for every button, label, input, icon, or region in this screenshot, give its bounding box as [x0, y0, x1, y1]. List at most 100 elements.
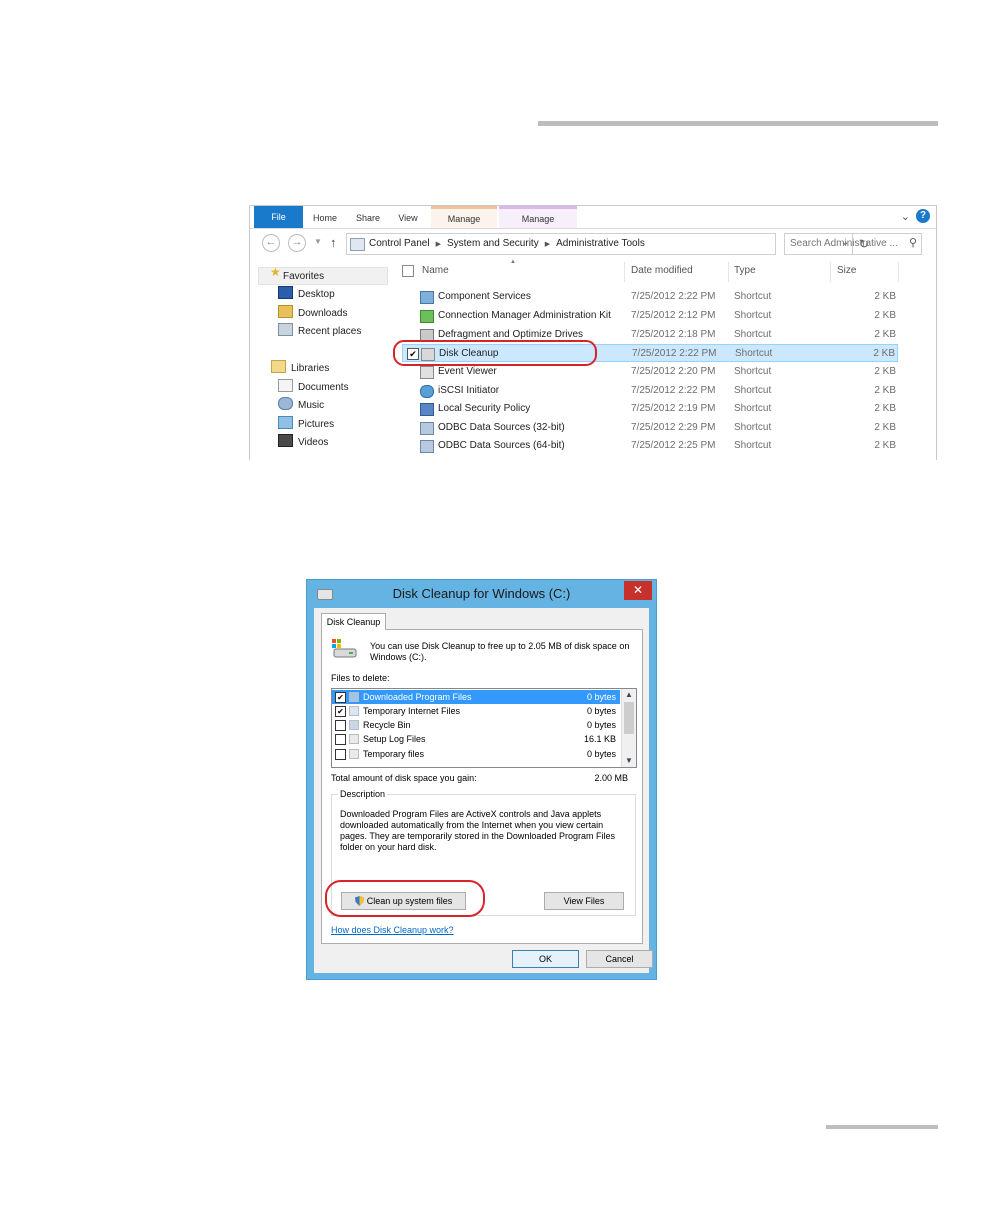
description-title: Description	[338, 789, 388, 799]
breadcrumb-separator-icon: ▶	[544, 241, 551, 248]
search-input[interactable]	[785, 234, 902, 252]
tab-disk-cleanup[interactable]: Disk Cleanup	[321, 613, 386, 630]
nav-libraries[interactable]: Libraries	[271, 360, 329, 378]
file-type: Shortcut	[734, 403, 772, 414]
file-date: 7/25/2012 2:20 PM	[631, 366, 716, 377]
column-divider[interactable]	[624, 262, 625, 282]
file-row[interactable]: Component Services 7/25/2012 2:22 PM Sho…	[402, 288, 898, 306]
list-item-selected[interactable]: ✔ Downloaded Program Files 0 bytes	[332, 690, 620, 704]
file-name: iSCSI Initiator	[438, 385, 500, 396]
tab-view[interactable]: View	[395, 206, 421, 228]
file-row[interactable]: ODBC Data Sources (32-bit) 7/25/2012 2:2…	[402, 419, 898, 437]
nav-videos[interactable]: Videos	[278, 434, 328, 452]
disk-cleanup-highlight	[393, 340, 597, 366]
list-item[interactable]: ✔ Temporary Internet Files 0 bytes	[332, 704, 620, 718]
list-item[interactable]: Recycle Bin 0 bytes	[332, 718, 620, 732]
document-icon	[349, 734, 359, 744]
list-item[interactable]: Setup Log Files 16.1 KB	[332, 732, 620, 746]
nav-downloads[interactable]: Downloads	[278, 305, 347, 323]
view-files-button[interactable]: View Files	[544, 892, 624, 910]
iscsi-initiator-icon	[420, 385, 434, 398]
file-size: 2 KB	[874, 403, 896, 414]
column-type[interactable]: Type	[734, 265, 756, 276]
breadcrumb-administrative-tools[interactable]: Administrative Tools	[556, 238, 645, 249]
files-to-delete-list[interactable]: ✔ Downloaded Program Files 0 bytes ✔ Tem…	[331, 688, 637, 768]
clean-up-system-files-highlight	[325, 880, 485, 917]
forward-arrow-icon[interactable]: →	[288, 234, 306, 252]
cancel-button[interactable]: Cancel	[586, 950, 653, 968]
help-icon[interactable]: ?	[916, 209, 930, 223]
column-divider[interactable]	[728, 262, 729, 282]
tab-home[interactable]: Home	[308, 206, 342, 228]
local-security-policy-icon	[420, 403, 434, 416]
address-field[interactable]: Control Panel ▶ System and Security ▶ Admini…	[346, 233, 869, 255]
item-checkbox-checked[interactable]: ✔	[335, 692, 346, 703]
breadcrumb-system-and-security[interactable]: System and Security	[447, 238, 539, 249]
scroll-down-icon[interactable]: ▼	[622, 755, 636, 767]
documents-icon	[278, 379, 293, 392]
list-scrollbar[interactable]: ▲ ▼	[621, 689, 636, 767]
nav-recent-places[interactable]: Recent places	[278, 323, 361, 341]
nav-pictures-label: Pictures	[298, 419, 335, 430]
nav-desktop-label: Desktop	[298, 289, 335, 300]
recycle-bin-icon	[349, 720, 359, 730]
column-divider[interactable]	[830, 262, 831, 282]
file-row[interactable]: ODBC Data Sources (64-bit) 7/25/2012 2:2…	[402, 437, 898, 455]
scroll-thumb[interactable]	[624, 702, 634, 734]
tab-share[interactable]: Share	[352, 206, 384, 228]
close-icon[interactable]: ✕	[624, 581, 652, 600]
nav-favorites-label: Favorites	[283, 271, 325, 282]
nav-documents[interactable]: Documents	[278, 379, 349, 397]
back-arrow-icon[interactable]: ←	[262, 234, 280, 252]
breadcrumb-control-panel[interactable]: Control Panel	[369, 238, 430, 249]
scroll-up-icon[interactable]: ▲	[622, 689, 636, 701]
file-row[interactable]: Local Security Policy 7/25/2012 2:19 PM …	[402, 400, 898, 418]
nav-music[interactable]: Music	[278, 397, 324, 415]
select-all-checkbox[interactable]	[402, 265, 414, 277]
file-size: 2 KB	[874, 310, 896, 321]
document-icon	[349, 706, 359, 716]
item-name: Downloaded Program Files	[363, 692, 472, 702]
item-checkbox[interactable]	[335, 749, 346, 760]
item-checkbox-checked[interactable]: ✔	[335, 706, 346, 717]
nav-libraries-label: Libraries	[291, 363, 330, 374]
libraries-folder-icon	[271, 360, 286, 373]
how-does-disk-cleanup-work-link[interactable]: How does Disk Cleanup work?	[331, 925, 454, 935]
column-name[interactable]: Name	[422, 265, 449, 276]
nav-desktop[interactable]: Desktop	[278, 286, 335, 304]
dialog-title: Disk Cleanup for Windows (C:)	[392, 586, 571, 601]
recent-locations-chevron-icon[interactable]: ▼	[314, 237, 322, 246]
column-divider[interactable]	[898, 262, 899, 282]
nav-music-label: Music	[298, 400, 325, 411]
item-size: 0 bytes	[586, 720, 616, 730]
search-box[interactable]: ⚲	[784, 233, 922, 255]
file-size: 2 KB	[874, 440, 896, 451]
file-date: 7/25/2012 2:18 PM	[631, 329, 716, 340]
file-row[interactable]: Connection Manager Administration Kit 7/…	[402, 307, 898, 325]
file-row[interactable]: iSCSI Initiator 7/25/2012 2:22 PM Shortc…	[402, 382, 898, 400]
nav-documents-label: Documents	[298, 382, 349, 393]
tab-manage-shortcut[interactable]: Manage	[431, 206, 497, 228]
ribbon-tabs: File Home Share View Manage Manage ⌄ ?	[250, 206, 936, 229]
search-icon[interactable]: ⚲	[909, 236, 917, 249]
ribbon-expand-chevron-icon[interactable]: ⌄	[901, 210, 910, 223]
up-arrow-icon[interactable]: ↑	[330, 235, 337, 250]
list-item[interactable]: Temporary files 0 bytes	[332, 747, 620, 761]
nav-pictures[interactable]: Pictures	[278, 416, 334, 434]
column-size[interactable]: Size	[837, 265, 856, 276]
item-checkbox[interactable]	[335, 734, 346, 745]
file-date: 7/25/2012 2:25 PM	[631, 440, 716, 451]
tab-manage-app[interactable]: Manage	[499, 206, 577, 228]
connection-manager-icon	[420, 310, 434, 323]
tab-file[interactable]: File	[254, 206, 303, 228]
file-name: Local Security Policy	[438, 403, 531, 414]
ok-button[interactable]: OK	[512, 950, 579, 968]
item-name: Recycle Bin	[363, 720, 411, 730]
file-date: 7/25/2012 2:12 PM	[631, 310, 716, 321]
component-services-icon	[420, 291, 434, 304]
file-date: 7/25/2012 2:29 PM	[631, 422, 716, 433]
dialog-titlebar[interactable]: Disk Cleanup for Windows (C:) ✕	[307, 580, 656, 608]
column-date-modified[interactable]: Date modified	[631, 265, 693, 276]
item-size: 0 bytes	[586, 749, 616, 759]
item-checkbox[interactable]	[335, 720, 346, 731]
